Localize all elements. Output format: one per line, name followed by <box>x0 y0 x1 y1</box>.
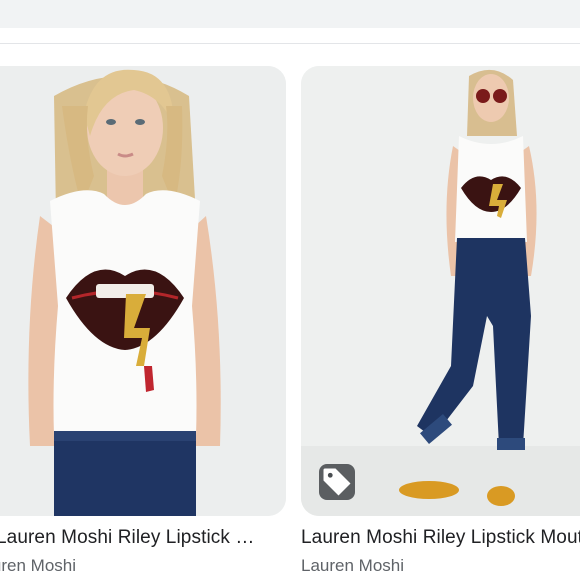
product-seller-1: Lauren Moshi <box>0 556 77 575</box>
product-image-card-2[interactable] <box>301 66 580 516</box>
price-tag-badge[interactable] <box>319 464 355 500</box>
product-title-2[interactable]: Lauren Moshi Riley Lipstick Mouth Muscle… <box>301 527 580 549</box>
product-photo-2 <box>301 66 580 516</box>
top-divider <box>0 43 580 44</box>
product-image-card-1[interactable] <box>0 66 286 516</box>
product-title-1[interactable]: Lauren Moshi Riley Lipstick Mouth Muscle… <box>0 527 268 549</box>
product-photo-1 <box>0 66 286 516</box>
top-band <box>0 0 580 28</box>
price-tag-icon <box>323 468 351 496</box>
product-seller-2: Lauren Moshi <box>301 556 405 575</box>
